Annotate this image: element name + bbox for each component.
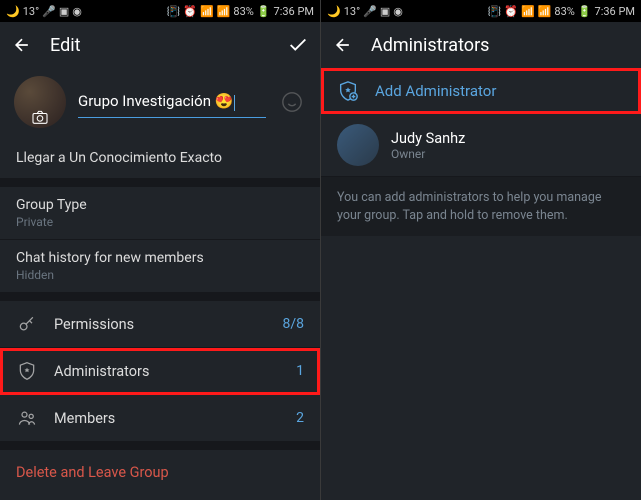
owner-name: Judy Sanhz [391,130,465,147]
back-button[interactable] [10,33,34,57]
permissions-label: Permissions [54,316,266,333]
camera-icon [31,110,49,124]
vibrate-icon: 📳 [167,5,181,18]
group-avatar[interactable] [14,76,66,128]
add-admin-label: Add Administrator [375,82,496,100]
signal-icon: 📶 [521,5,535,18]
members-row[interactable]: Members 2 [0,395,320,442]
group-name-input[interactable]: Grupo Investigación 😍 [78,86,266,117]
help-text: You can add administrators to help you m… [321,177,641,236]
battery-icon: 🔋 [257,5,271,18]
chat-history-row[interactable]: Chat history for new members Hidden [0,240,320,293]
owner-row[interactable]: Judy Sanhz Owner [321,114,641,177]
emoji-button[interactable] [278,88,306,116]
signal-icon-2: 📶 [538,5,552,18]
app-bar-2: Administrators [321,22,641,68]
edit-screen: 🌙 13° 🎤 ▣ ◉ 📳 ⏰ 📶 📶 83% 🔋 7:36 PM Edit [0,0,320,500]
permissions-value: 8/8 [282,316,304,332]
app-bar: Edit [0,22,320,68]
shield-plus-icon [337,80,359,102]
square-icon: ▣ [380,5,390,18]
group-type-value: Private [16,215,304,229]
owner-avatar [337,124,379,166]
administrators-screen: 🌙 13° 🎤 ▣ ◉ 📳 ⏰ 📶 📶 83% 🔋 7:36 PM Admini… [321,0,641,500]
administrators-row[interactable]: Administrators 1 [0,348,320,395]
temp-indicator: 13° [23,5,39,18]
admins-value: 1 [296,363,304,379]
mic-icon: 🎤 [42,5,56,18]
alarm-icon: ⏰ [504,5,518,18]
history-value: Hidden [16,268,304,282]
admins-label: Administrators [54,363,280,380]
owner-role: Owner [391,147,465,161]
temp-indicator: 13° [344,5,360,18]
clock-text: 7:36 PM [274,5,314,18]
clock-text: 7:36 PM [595,5,635,18]
status-bar: 🌙 13° 🎤 ▣ ◉ 📳 ⏰ 📶 📶 83% 🔋 7:36 PM [0,0,320,22]
add-administrator-button[interactable]: Add Administrator [321,68,641,114]
description-text: Llegar a Un Conocimiento Exacto [16,150,304,166]
moon-icon: 🌙 [6,5,20,18]
shield-star-icon [16,360,38,382]
group-header: Grupo Investigación 😍 [0,68,320,140]
description-section[interactable]: Llegar a Un Conocimiento Exacto [0,140,320,179]
battery-icon: 🔋 [578,5,592,18]
group-type-label: Group Type [16,197,304,213]
delete-leave-button[interactable]: Delete and Leave Group [0,450,320,495]
battery-text: 83% [554,5,574,18]
moon-icon: 🌙 [327,5,341,18]
back-button-2[interactable] [331,33,355,57]
permissions-row[interactable]: Permissions 8/8 [0,301,320,348]
vibrate-icon: 📳 [488,5,502,18]
swirl-icon: ◉ [393,5,403,18]
square-icon: ▣ [59,5,69,18]
confirm-button[interactable] [286,33,310,57]
members-value: 2 [296,410,304,426]
swirl-icon: ◉ [72,5,82,18]
alarm-icon: ⏰ [183,5,197,18]
battery-text: 83% [233,5,253,18]
mic-icon: 🎤 [363,5,377,18]
history-label: Chat history for new members [16,250,304,266]
signal-icon-2: 📶 [217,5,231,18]
group-type-row[interactable]: Group Type Private [0,187,320,240]
page-title: Edit [50,35,270,56]
status-bar-2: 🌙 13° 🎤 ▣ ◉ 📳 ⏰ 📶 📶 83% 🔋 7:36 PM [321,0,641,22]
signal-icon: 📶 [200,5,214,18]
key-icon [16,313,38,335]
page-title-2: Administrators [371,35,631,56]
members-label: Members [54,410,280,427]
people-icon [16,407,38,429]
